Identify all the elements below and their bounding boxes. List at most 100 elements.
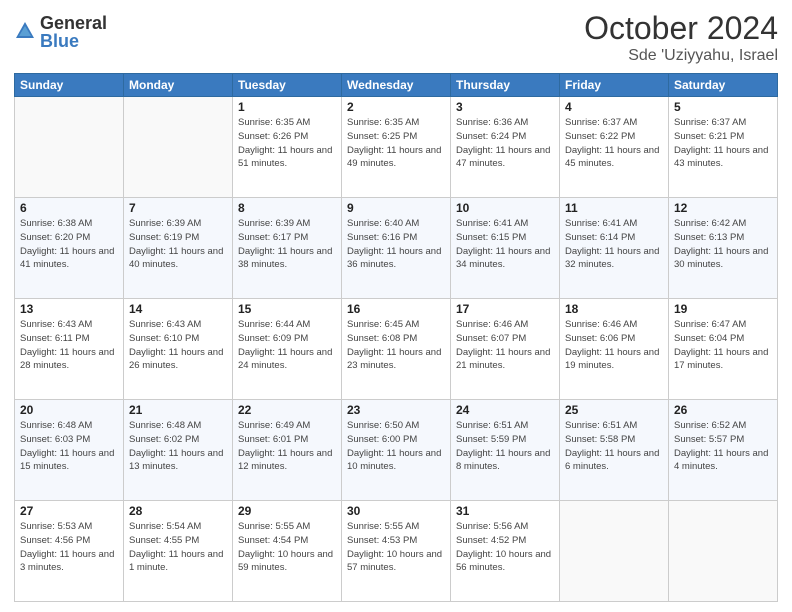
day-info: Sunrise: 6:45 AM Sunset: 6:08 PM Dayligh… <box>347 318 445 373</box>
day-number: 13 <box>20 302 118 316</box>
calendar-week-row: 13 Sunrise: 6:43 AM Sunset: 6:11 PM Dayli… <box>15 299 778 400</box>
day-number: 4 <box>565 100 663 114</box>
table-row: 22 Sunrise: 6:49 AM Sunset: 6:01 PM Dayli… <box>233 400 342 501</box>
table-row: 27 Sunrise: 5:53 AM Sunset: 4:56 PM Dayli… <box>15 501 124 602</box>
calendar-header-row: Sunday Monday Tuesday Wednesday Thursday… <box>15 74 778 97</box>
day-info: Sunrise: 6:35 AM Sunset: 6:25 PM Dayligh… <box>347 116 445 171</box>
day-info: Sunrise: 6:49 AM Sunset: 6:01 PM Dayligh… <box>238 419 336 474</box>
day-info: Sunrise: 6:44 AM Sunset: 6:09 PM Dayligh… <box>238 318 336 373</box>
table-row: 25 Sunrise: 6:51 AM Sunset: 5:58 PM Dayli… <box>560 400 669 501</box>
day-number: 16 <box>347 302 445 316</box>
day-info: Sunrise: 6:35 AM Sunset: 6:26 PM Dayligh… <box>238 116 336 171</box>
logo-blue-text: Blue <box>40 32 107 50</box>
day-info: Sunrise: 5:56 AM Sunset: 4:52 PM Dayligh… <box>456 520 554 575</box>
day-number: 8 <box>238 201 336 215</box>
day-info: Sunrise: 6:39 AM Sunset: 6:19 PM Dayligh… <box>129 217 227 272</box>
day-info: Sunrise: 6:36 AM Sunset: 6:24 PM Dayligh… <box>456 116 554 171</box>
table-row: 12 Sunrise: 6:42 AM Sunset: 6:13 PM Dayli… <box>669 198 778 299</box>
col-thursday: Thursday <box>451 74 560 97</box>
day-number: 17 <box>456 302 554 316</box>
day-info: Sunrise: 6:50 AM Sunset: 6:00 PM Dayligh… <box>347 419 445 474</box>
day-info: Sunrise: 6:46 AM Sunset: 6:06 PM Dayligh… <box>565 318 663 373</box>
table-row: 3 Sunrise: 6:36 AM Sunset: 6:24 PM Daylig… <box>451 97 560 198</box>
calendar-week-row: 1 Sunrise: 6:35 AM Sunset: 6:26 PM Daylig… <box>15 97 778 198</box>
table-row: 19Sunrise: 6:47 AM Sunset: 6:04 PM Dayli… <box>669 299 778 400</box>
table-row: 4 Sunrise: 6:37 AM Sunset: 6:22 PM Daylig… <box>560 97 669 198</box>
day-number: 24 <box>456 403 554 417</box>
table-row: 24 Sunrise: 6:51 AM Sunset: 5:59 PM Dayli… <box>451 400 560 501</box>
day-info: Sunrise: 6:40 AM Sunset: 6:16 PM Dayligh… <box>347 217 445 272</box>
header: General Blue October 2024 Sde 'Uziyyahu,… <box>14 10 778 65</box>
day-info: Sunrise: 5:55 AM Sunset: 4:53 PM Dayligh… <box>347 520 445 575</box>
logo-text: General Blue <box>40 14 107 50</box>
location-title: Sde 'Uziyyahu, Israel <box>584 47 778 65</box>
table-row: 1 Sunrise: 6:35 AM Sunset: 6:26 PM Daylig… <box>233 97 342 198</box>
day-info: Sunrise: 6:37 AM Sunset: 6:22 PM Dayligh… <box>565 116 663 171</box>
day-number: 2 <box>347 100 445 114</box>
day-info: Sunrise: 6:46 AM Sunset: 6:07 PM Dayligh… <box>456 318 554 373</box>
table-row: 26Sunrise: 6:52 AM Sunset: 5:57 PM Dayli… <box>669 400 778 501</box>
day-info: Sunrise: 6:51 AM Sunset: 5:59 PM Dayligh… <box>456 419 554 474</box>
table-row <box>124 97 233 198</box>
day-number: 15 <box>238 302 336 316</box>
calendar-week-row: 6Sunrise: 6:38 AM Sunset: 6:20 PM Daylig… <box>15 198 778 299</box>
day-number: 20 <box>20 403 118 417</box>
day-info: Sunrise: 6:37 AM Sunset: 6:21 PM Dayligh… <box>674 116 772 171</box>
day-info: Sunrise: 6:43 AM Sunset: 6:11 PM Dayligh… <box>20 318 118 373</box>
col-tuesday: Tuesday <box>233 74 342 97</box>
day-info: Sunrise: 6:41 AM Sunset: 6:14 PM Dayligh… <box>565 217 663 272</box>
day-number: 1 <box>238 100 336 114</box>
day-number: 11 <box>565 201 663 215</box>
calendar-week-row: 27 Sunrise: 5:53 AM Sunset: 4:56 PM Dayli… <box>15 501 778 602</box>
table-row: 23 Sunrise: 6:50 AM Sunset: 6:00 PM Dayli… <box>342 400 451 501</box>
title-area: October 2024 Sde 'Uziyyahu, Israel <box>584 10 778 65</box>
col-monday: Monday <box>124 74 233 97</box>
day-number: 14 <box>129 302 227 316</box>
day-info: Sunrise: 6:38 AM Sunset: 6:20 PM Dayligh… <box>20 217 118 272</box>
table-row: 2 Sunrise: 6:35 AM Sunset: 6:25 PM Daylig… <box>342 97 451 198</box>
day-number: 25 <box>565 403 663 417</box>
table-row: 18 Sunrise: 6:46 AM Sunset: 6:06 PM Dayli… <box>560 299 669 400</box>
table-row: 8Sunrise: 6:39 AM Sunset: 6:17 PM Daylig… <box>233 198 342 299</box>
table-row: 6Sunrise: 6:38 AM Sunset: 6:20 PM Daylig… <box>15 198 124 299</box>
table-row <box>15 97 124 198</box>
day-number: 23 <box>347 403 445 417</box>
table-row: 21 Sunrise: 6:48 AM Sunset: 6:02 PM Dayli… <box>124 400 233 501</box>
table-row: 17 Sunrise: 6:46 AM Sunset: 6:07 PM Dayli… <box>451 299 560 400</box>
page: General Blue October 2024 Sde 'Uziyyahu,… <box>0 0 792 612</box>
table-row: 7Sunrise: 6:39 AM Sunset: 6:19 PM Daylig… <box>124 198 233 299</box>
day-info: Sunrise: 5:53 AM Sunset: 4:56 PM Dayligh… <box>20 520 118 575</box>
month-title: October 2024 <box>584 10 778 47</box>
day-info: Sunrise: 6:48 AM Sunset: 6:03 PM Dayligh… <box>20 419 118 474</box>
table-row: 10Sunrise: 6:41 AM Sunset: 6:15 PM Dayli… <box>451 198 560 299</box>
day-info: Sunrise: 6:52 AM Sunset: 5:57 PM Dayligh… <box>674 419 772 474</box>
table-row: 30Sunrise: 5:55 AM Sunset: 4:53 PM Dayli… <box>342 501 451 602</box>
day-number: 12 <box>674 201 772 215</box>
day-number: 9 <box>347 201 445 215</box>
calendar-table: Sunday Monday Tuesday Wednesday Thursday… <box>14 73 778 602</box>
table-row: 14 Sunrise: 6:43 AM Sunset: 6:10 PM Dayli… <box>124 299 233 400</box>
day-info: Sunrise: 6:48 AM Sunset: 6:02 PM Dayligh… <box>129 419 227 474</box>
day-number: 22 <box>238 403 336 417</box>
day-number: 3 <box>456 100 554 114</box>
table-row: 31 Sunrise: 5:56 AM Sunset: 4:52 PM Dayli… <box>451 501 560 602</box>
day-number: 21 <box>129 403 227 417</box>
logo-icon <box>14 20 36 42</box>
day-info: Sunrise: 6:43 AM Sunset: 6:10 PM Dayligh… <box>129 318 227 373</box>
col-wednesday: Wednesday <box>342 74 451 97</box>
day-info: Sunrise: 5:55 AM Sunset: 4:54 PM Dayligh… <box>238 520 336 575</box>
day-info: Sunrise: 5:54 AM Sunset: 4:55 PM Dayligh… <box>129 520 227 575</box>
table-row <box>669 501 778 602</box>
day-number: 27 <box>20 504 118 518</box>
day-info: Sunrise: 6:42 AM Sunset: 6:13 PM Dayligh… <box>674 217 772 272</box>
day-number: 28 <box>129 504 227 518</box>
table-row <box>560 501 669 602</box>
day-number: 31 <box>456 504 554 518</box>
day-number: 19 <box>674 302 772 316</box>
table-row: 13 Sunrise: 6:43 AM Sunset: 6:11 PM Dayli… <box>15 299 124 400</box>
day-number: 18 <box>565 302 663 316</box>
table-row: 16 Sunrise: 6:45 AM Sunset: 6:08 PM Dayli… <box>342 299 451 400</box>
table-row: 11 Sunrise: 6:41 AM Sunset: 6:14 PM Dayli… <box>560 198 669 299</box>
calendar-week-row: 20 Sunrise: 6:48 AM Sunset: 6:03 PM Dayli… <box>15 400 778 501</box>
day-info: Sunrise: 6:51 AM Sunset: 5:58 PM Dayligh… <box>565 419 663 474</box>
